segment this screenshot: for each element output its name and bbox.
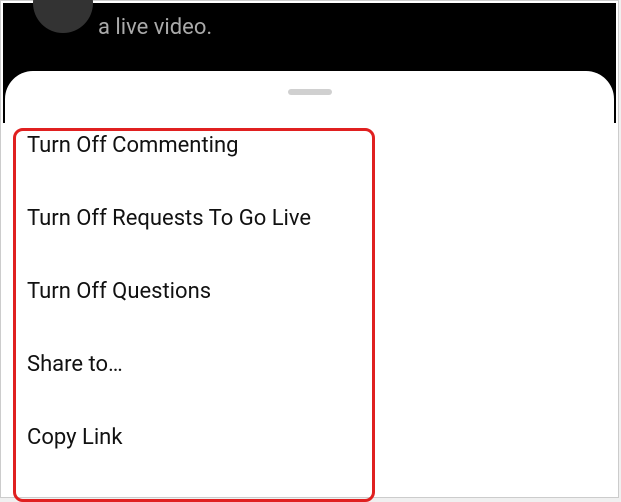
drag-handle-icon[interactable] xyxy=(288,89,332,95)
menu-item-share-to[interactable]: Share to… xyxy=(27,328,592,401)
menu-item-turn-off-requests[interactable]: Turn Off Requests To Go Live xyxy=(27,182,592,255)
menu-item-turn-off-commenting[interactable]: Turn Off Commenting xyxy=(27,115,592,182)
menu-item-copy-link[interactable]: Copy Link xyxy=(27,401,592,474)
bottom-sheet: Turn Off Commenting Turn Off Requests To… xyxy=(5,71,614,495)
avatar xyxy=(33,0,93,33)
screenshot-frame: a live video. Turn Off Commenting Turn O… xyxy=(0,0,619,498)
action-menu: Turn Off Commenting Turn Off Requests To… xyxy=(5,115,614,474)
menu-item-turn-off-questions[interactable]: Turn Off Questions xyxy=(27,255,592,328)
background-partial-text: a live video. xyxy=(98,15,212,40)
